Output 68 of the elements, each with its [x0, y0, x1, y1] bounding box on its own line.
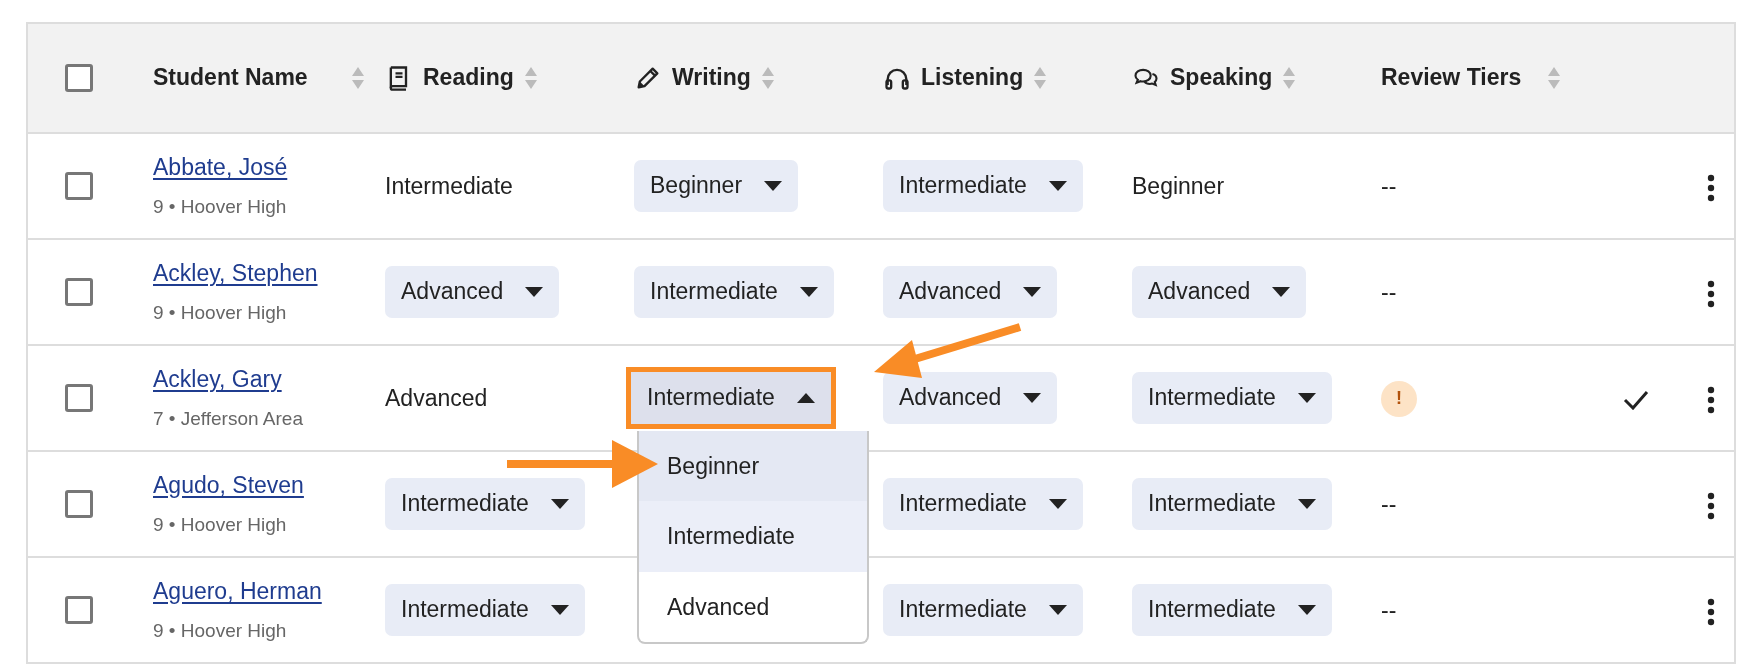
- caret-icon: [799, 287, 818, 297]
- dropdown-option[interactable]: Beginner: [639, 430, 867, 502]
- caret-icon: [1297, 499, 1316, 509]
- student-name-link[interactable]: Ackley, Stephen: [153, 256, 318, 291]
- level-dropdown[interactable]: Intermediate: [883, 584, 1083, 636]
- student-name-link[interactable]: Aguero, Herman: [153, 574, 322, 609]
- caret-icon: [1048, 181, 1067, 191]
- checkbox[interactable]: [65, 64, 93, 92]
- level-dropdown[interactable]: Advanced: [385, 266, 560, 318]
- checkbox[interactable]: [65, 172, 93, 200]
- student-details: 9 • Hoover High: [153, 194, 287, 219]
- level-dropdown[interactable]: Intermediate: [1132, 584, 1332, 636]
- level-text: Intermediate: [385, 172, 513, 199]
- level-text: Advanced: [385, 384, 488, 411]
- caret-icon: [1297, 605, 1316, 615]
- more-options-icon[interactable]: [1707, 173, 1715, 202]
- caret-icon: [1023, 287, 1042, 297]
- caret-icon: [1048, 499, 1067, 509]
- caret-icon: [1272, 287, 1291, 297]
- checkbox[interactable]: [65, 596, 93, 624]
- level-dropdown[interactable]: Advanced: [1132, 266, 1307, 318]
- student-details: 9 • Hoover High: [153, 512, 287, 537]
- checkbox[interactable]: [65, 278, 93, 306]
- caret-icon: [1297, 393, 1316, 403]
- more-options-icon[interactable]: [1707, 597, 1715, 626]
- review-tier-text: --: [1381, 490, 1397, 517]
- dropdown-option[interactable]: Intermediate: [639, 501, 867, 572]
- student-name-link[interactable]: Abbate, José: [153, 150, 288, 185]
- review-tier-text: --: [1381, 596, 1397, 623]
- student-details: 9 • Hoover High: [153, 300, 287, 325]
- caret-icon: [1023, 393, 1042, 403]
- level-dropdown[interactable]: Intermediate: [1132, 372, 1332, 424]
- level-dropdown[interactable]: Intermediate: [634, 266, 834, 318]
- caret-icon: [550, 499, 569, 509]
- column-header[interactable]: Review Tiers: [1381, 65, 1537, 91]
- level-dropdown[interactable]: Intermediate: [1132, 478, 1332, 530]
- caret-icon: [525, 287, 544, 297]
- caret-icon: [1048, 605, 1067, 615]
- student-details: 7 • Jefferson Area: [153, 406, 303, 431]
- review-tier-text: --: [1381, 278, 1397, 305]
- column-header[interactable]: Speaking: [1170, 65, 1273, 91]
- caret-icon: [550, 605, 569, 615]
- level-text: Beginner: [1132, 172, 1225, 199]
- warning-badge: !: [1381, 380, 1417, 417]
- student-name-link[interactable]: Agudo, Steven: [153, 468, 304, 503]
- review-tier-text: --: [1381, 172, 1397, 199]
- checkbox[interactable]: [65, 384, 93, 412]
- level-dropdown[interactable]: Beginner: [634, 160, 799, 212]
- column-header[interactable]: Reading: [423, 65, 514, 91]
- student-details: 9 • Hoover High: [153, 618, 287, 643]
- checkbox[interactable]: [65, 490, 93, 518]
- caret-icon: [796, 393, 815, 403]
- dropdown-option[interactable]: Advanced: [639, 571, 867, 643]
- level-dropdown[interactable]: Advanced: [883, 266, 1058, 318]
- caret-icon: [764, 181, 783, 191]
- level-dropdown[interactable]: Intermediate: [631, 372, 831, 424]
- level-dropdown[interactable]: Intermediate: [883, 478, 1083, 530]
- more-options-icon[interactable]: [1707, 491, 1715, 520]
- more-options-icon[interactable]: [1707, 385, 1715, 414]
- level-dropdown[interactable]: Advanced: [883, 372, 1058, 424]
- column-header[interactable]: Listening: [921, 65, 1024, 91]
- student-name-link[interactable]: Ackley, Gary: [153, 362, 282, 397]
- level-dropdown[interactable]: Intermediate: [883, 160, 1083, 212]
- column-header[interactable]: Writing: [672, 65, 751, 91]
- level-dropdown[interactable]: Intermediate: [385, 584, 585, 636]
- more-options-icon[interactable]: [1707, 279, 1715, 308]
- level-dropdown[interactable]: Intermediate: [385, 478, 585, 530]
- column-header[interactable]: Student Name: [153, 65, 341, 91]
